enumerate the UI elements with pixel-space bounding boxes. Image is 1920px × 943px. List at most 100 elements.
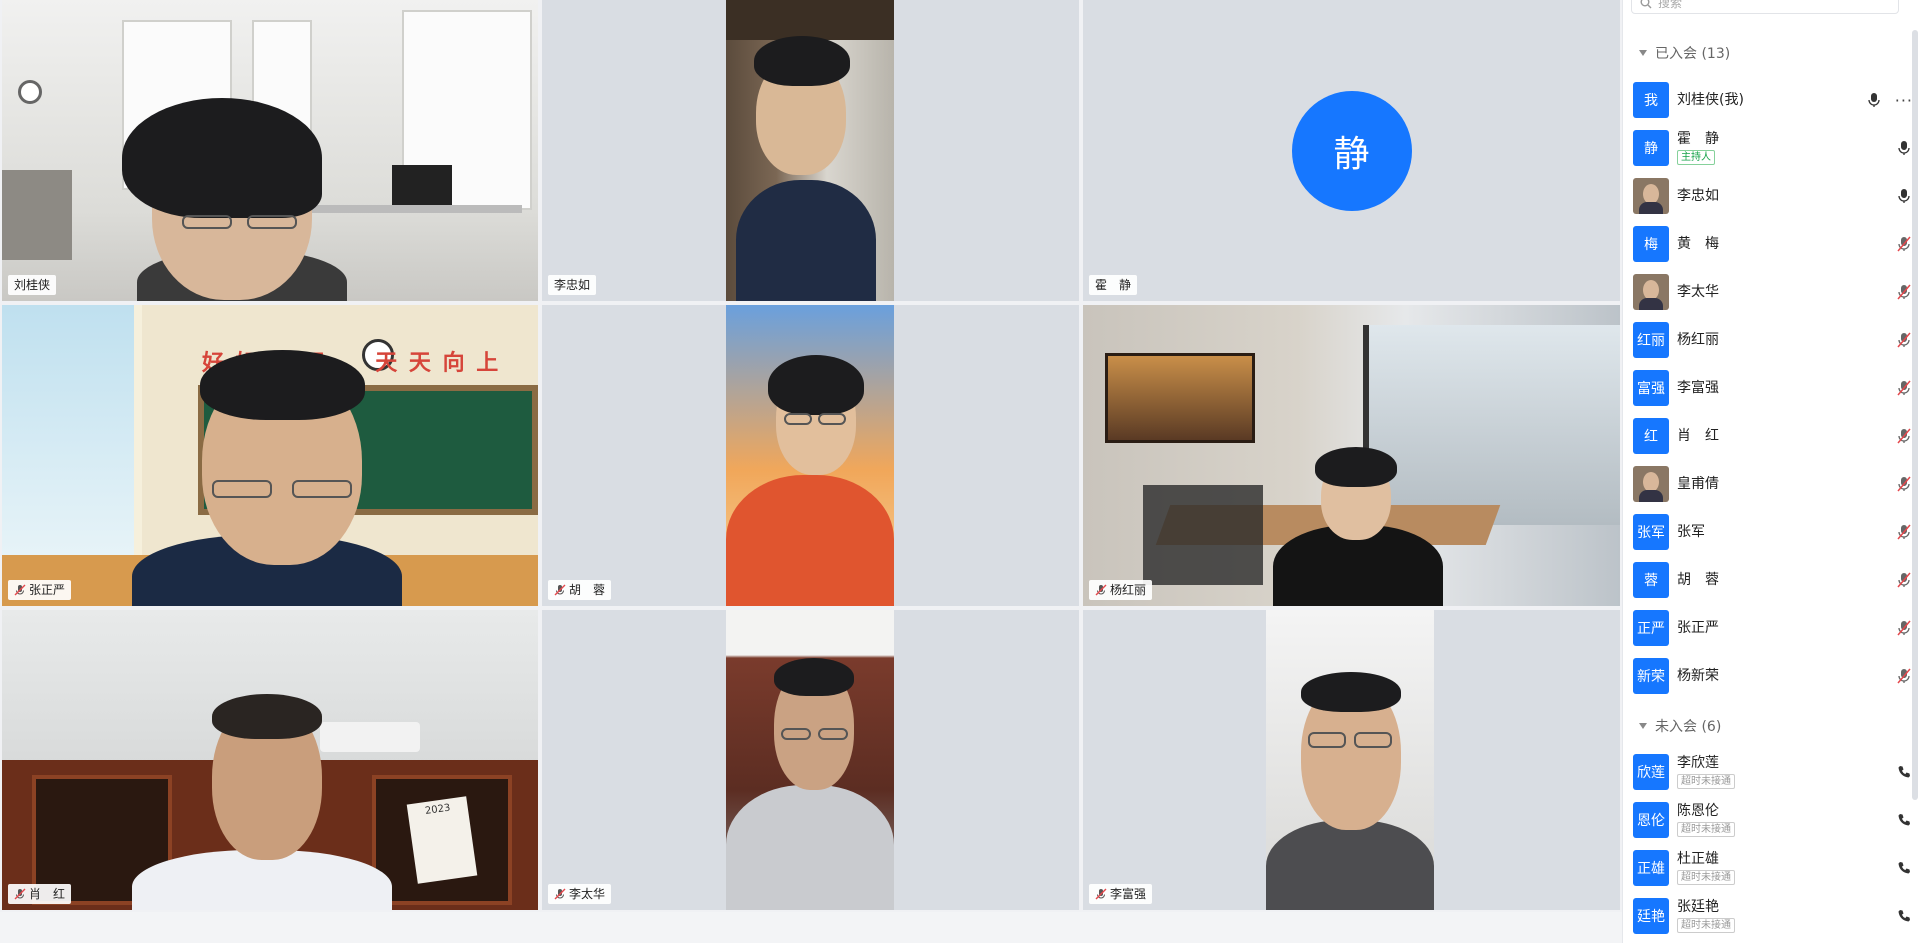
- phone-icon[interactable]: [1895, 907, 1913, 925]
- call-status-badge: 超时未接通: [1677, 774, 1735, 789]
- glasses: [292, 480, 352, 498]
- video-tile-lifuqiang[interactable]: 李富强: [1083, 610, 1620, 910]
- joined-participant-row[interactable]: 红肖 红: [1633, 416, 1913, 456]
- participant-body: [1266, 820, 1434, 910]
- mic-muted-icon[interactable]: [1895, 379, 1913, 397]
- participant-name-tag: 胡 蓉: [548, 580, 612, 600]
- participant-avatar: 正严: [1633, 610, 1669, 646]
- participant-avatar: 红丽: [1633, 322, 1669, 358]
- participant-meta: 黄 梅: [1677, 236, 1719, 253]
- joined-label: 已入会 (13): [1655, 46, 1731, 62]
- participant-name-tag: 张正严: [8, 580, 72, 600]
- joined-participant-row[interactable]: 富强 李富强: [1633, 368, 1913, 408]
- search-input[interactable]: 搜索: [1631, 0, 1899, 14]
- mic-muted-icon[interactable]: [1895, 667, 1913, 685]
- joined-participant-row[interactable]: 新荣 杨新荣: [1633, 656, 1913, 696]
- mic-icon[interactable]: [1895, 187, 1913, 205]
- participant-meta: 杜正雄 超时未接通: [1677, 851, 1735, 885]
- caret-down-icon: [1639, 50, 1647, 56]
- participant-avatar: 富强: [1633, 370, 1669, 406]
- participant-hair: [122, 98, 322, 218]
- video-tile-litaihua[interactable]: 李太华: [542, 610, 1079, 910]
- not-joined-participant-row[interactable]: 欣莲 李欣莲超时未接通: [1633, 752, 1913, 792]
- video-tile-hurong[interactable]: 胡 蓉: [542, 305, 1079, 606]
- participant-avatar: 静: [1633, 130, 1669, 166]
- joined-section-header[interactable]: 已入会 (13): [1639, 43, 1730, 63]
- participant-name: 霍 静: [1677, 131, 1719, 147]
- mic-muted-icon[interactable]: [1895, 331, 1913, 349]
- participant-body: [736, 180, 876, 301]
- joined-participant-row[interactable]: 梅黄 梅: [1633, 224, 1913, 264]
- participant-hair: [754, 36, 850, 86]
- participant-hair: [212, 694, 322, 739]
- glasses: [818, 728, 848, 740]
- phone-icon[interactable]: [1895, 763, 1913, 781]
- participant-avatar: 红: [1633, 418, 1669, 454]
- video-tile-liuguixia[interactable]: 刘桂侠: [2, 0, 538, 301]
- call-status-badge: 超时未接通: [1677, 918, 1735, 933]
- participant-name-tag: 刘桂侠: [8, 275, 57, 295]
- not-joined-participant-row[interactable]: 廷艳 张廷艳 超时未接通: [1633, 896, 1913, 936]
- participant-avatar: [1633, 274, 1669, 310]
- participant-name-tag: 李太华: [548, 884, 612, 904]
- more-options-icon[interactable]: ···: [1895, 91, 1913, 110]
- mic-muted-icon[interactable]: [1895, 427, 1913, 445]
- mic-muted-icon[interactable]: [1895, 475, 1913, 493]
- participant-avatar: 张军: [1633, 514, 1669, 550]
- joined-participant-row[interactable]: 李太华: [1633, 272, 1913, 312]
- bottom-strip: [0, 912, 1622, 943]
- mic-icon[interactable]: [1895, 139, 1913, 157]
- joined-participant-row[interactable]: 李忠如: [1633, 176, 1913, 216]
- joined-participant-row[interactable]: 我刘桂侠(我) ···: [1633, 80, 1913, 120]
- video-tile-lizhongru[interactable]: 李忠如: [542, 0, 1079, 301]
- participant-meta: 张正严: [1677, 620, 1719, 637]
- participant-name: 杜正雄: [1677, 851, 1719, 867]
- joined-participant-row[interactable]: 皇甫倩: [1633, 464, 1913, 504]
- participant-meta: 肖 红: [1677, 428, 1719, 445]
- phone-icon[interactable]: [1895, 859, 1913, 877]
- mic-muted-icon[interactable]: [1895, 619, 1913, 637]
- mic-icon[interactable]: [1865, 91, 1883, 109]
- joined-participant-row[interactable]: 蓉胡 蓉: [1633, 560, 1913, 600]
- participant-hair: [1301, 672, 1401, 712]
- participant-avatar: 静: [1291, 90, 1412, 211]
- glasses: [784, 413, 812, 425]
- mic-muted-icon[interactable]: [1895, 283, 1913, 301]
- participant-meta: 杨新荣: [1677, 668, 1719, 685]
- participant-name: 杨红丽: [1677, 331, 1719, 348]
- joined-participant-row[interactable]: 正严 张正严: [1633, 608, 1913, 648]
- participant-body: [726, 475, 894, 606]
- participant-avatar: 欣莲: [1633, 754, 1669, 790]
- participant-name-tag: 杨红丽: [1089, 580, 1153, 600]
- phone-icon[interactable]: [1895, 811, 1913, 829]
- participant-meta: 张廷艳 超时未接通: [1677, 899, 1735, 933]
- call-status-badge: 超时未接通: [1677, 870, 1735, 885]
- joined-participant-row[interactable]: 张军 张军: [1633, 512, 1913, 552]
- participant-name: 张廷艳: [1677, 899, 1719, 915]
- mic-muted-icon[interactable]: [1895, 235, 1913, 253]
- mic-muted-icon[interactable]: [1895, 523, 1913, 541]
- mic-muted-icon: [1095, 888, 1107, 900]
- video-tile-yanghongli[interactable]: 杨红丽: [1083, 305, 1620, 606]
- participant-name: 李欣莲: [1677, 755, 1719, 771]
- video-tile-xiaohong[interactable]: 2023 肖 红: [2, 610, 538, 910]
- joined-participant-row[interactable]: 静霍 静主持人: [1633, 128, 1913, 168]
- participant-meta: 张军: [1677, 524, 1705, 541]
- mic-muted-icon[interactable]: [1895, 571, 1913, 589]
- not-joined-participant-row[interactable]: 正雄 杜正雄 超时未接通: [1633, 848, 1913, 888]
- not-joined-section-header[interactable]: 未入会 (6): [1639, 716, 1721, 736]
- joined-participant-row[interactable]: 红丽 杨红丽: [1633, 320, 1913, 360]
- participant-meta: 陈恩伦 超时未接通: [1677, 803, 1735, 837]
- mic-muted-icon: [1095, 584, 1107, 596]
- mic-muted-icon: [554, 888, 566, 900]
- search-placeholder: 搜索: [1658, 0, 1683, 10]
- video-tile-huojing[interactable]: 静 霍 静: [1083, 0, 1620, 301]
- participant-name: 陈恩伦: [1677, 803, 1719, 819]
- not-joined-participant-row[interactable]: 恩伦 陈恩伦 超时未接通: [1633, 800, 1913, 840]
- participant-name: 李忠如: [1677, 187, 1719, 204]
- participant-name: 杨新荣: [1677, 667, 1719, 684]
- mic-muted-icon: [554, 584, 566, 596]
- video-tile-zhangzhengyan[interactable]: 好 好 学 习 天 天 向 上 张正严: [2, 305, 538, 606]
- participant-avatar: [1633, 466, 1669, 502]
- scrollbar[interactable]: [1912, 30, 1918, 800]
